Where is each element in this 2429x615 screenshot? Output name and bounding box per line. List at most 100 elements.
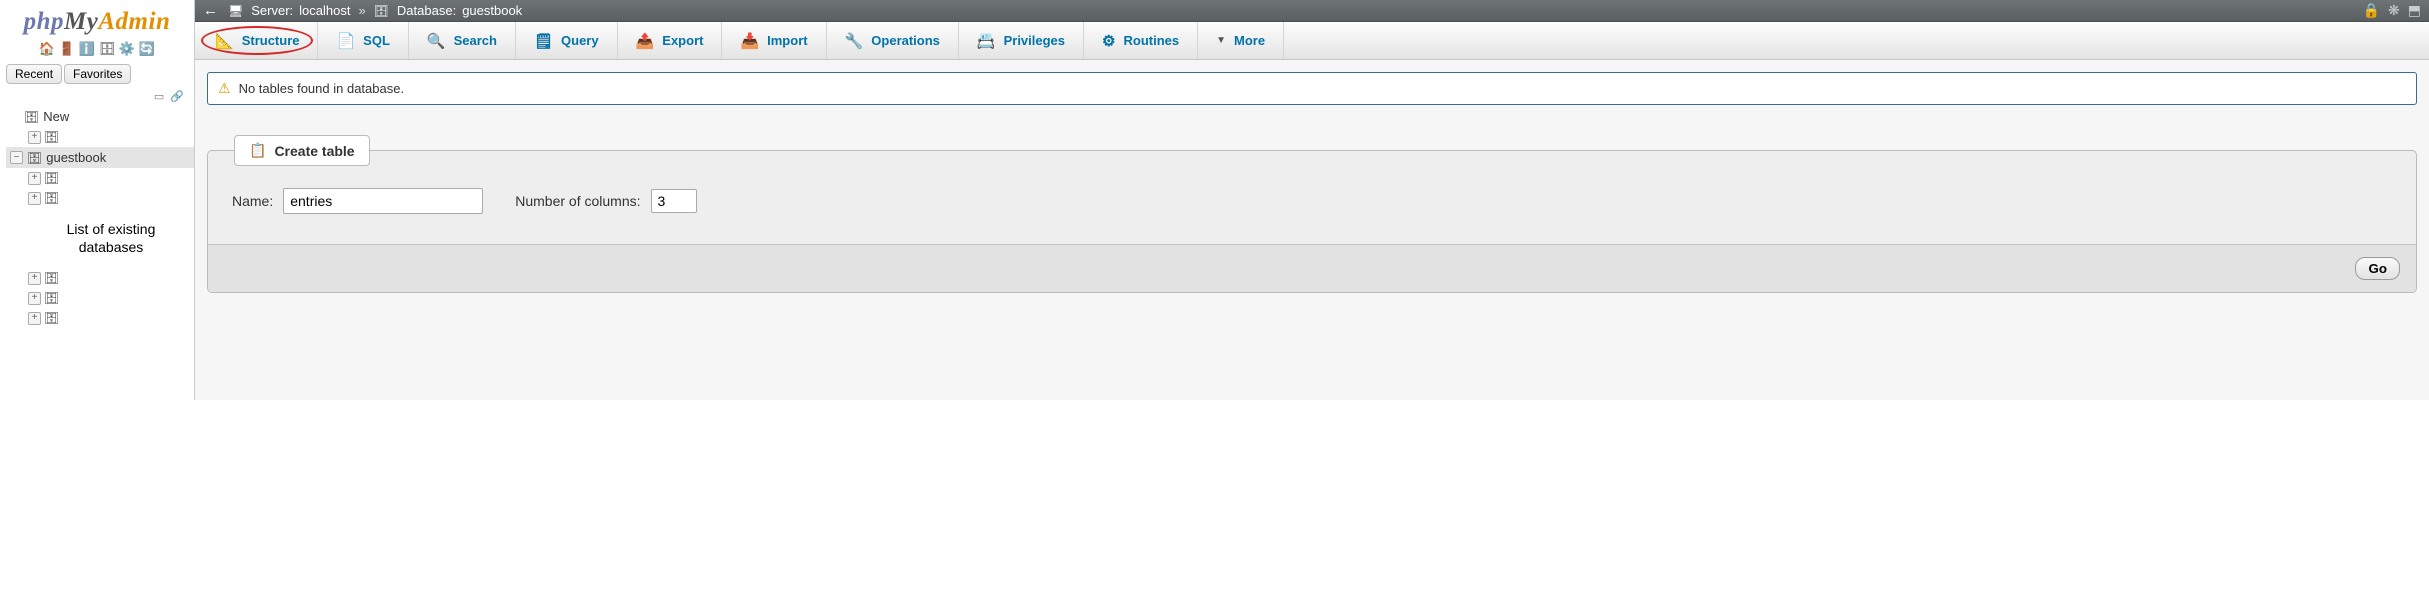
- tab-structure[interactable]: 📐 Structure: [197, 22, 318, 59]
- main: ← 🖥 Server: localhost » 🗄 Database: gues…: [195, 0, 2429, 400]
- create-table-panel: 📋 Create table Name: Number of columns: …: [207, 135, 2417, 293]
- tab-label: Import: [767, 33, 807, 48]
- name-label: Name:: [232, 193, 273, 209]
- tab-label: Search: [454, 33, 497, 48]
- search-icon: 🔍: [427, 32, 446, 50]
- docs-icon[interactable]: ℹ️: [79, 41, 95, 57]
- logout-icon[interactable]: 🚪: [59, 41, 75, 57]
- bc-db-value[interactable]: guestbook: [462, 3, 522, 18]
- routines-icon: ⚙: [1102, 32, 1115, 50]
- tree-note: List of existing databases: [28, 208, 194, 268]
- export-icon: 📤: [636, 32, 655, 50]
- expand-icon[interactable]: +: [28, 131, 41, 144]
- tab-import[interactable]: 📥 Import: [722, 22, 826, 59]
- tab-label: More: [1234, 33, 1265, 48]
- tab-more[interactable]: ▼ More: [1198, 22, 1284, 59]
- logo-part-my: My: [64, 8, 98, 35]
- operations-icon: 🔧: [845, 32, 864, 50]
- favorites-button[interactable]: Favorites: [64, 64, 131, 84]
- tab-query[interactable]: 🗒 Query: [516, 22, 618, 59]
- database-icon: 🗄: [374, 4, 389, 18]
- logo-part-php: php: [24, 8, 64, 35]
- privileges-icon: 📇: [977, 32, 996, 50]
- warning-icon: ⚠: [218, 80, 231, 97]
- sql-icon[interactable]: 🗄: [99, 41, 115, 57]
- bc-server-value[interactable]: localhost: [299, 3, 350, 18]
- tab-label: Privileges: [1004, 33, 1065, 48]
- notice-no-tables: ⚠ No tables found in database.: [207, 72, 2417, 105]
- table-name-input[interactable]: [283, 188, 483, 214]
- tree-children: +🗄 +🗄 List of existing databases +🗄 +🗄 +…: [6, 168, 194, 328]
- tab-label: Export: [662, 33, 703, 48]
- gear-icon[interactable]: ❋: [2388, 2, 2400, 19]
- db-icon: 🗄: [44, 291, 59, 305]
- bc-separator: »: [358, 3, 365, 18]
- db-icon: 🗄: [44, 311, 59, 325]
- tab-label: SQL: [363, 33, 390, 48]
- reload-icon[interactable]: 🔄: [139, 41, 155, 57]
- tab-label: Structure: [242, 33, 300, 48]
- tab-label: Query: [561, 33, 599, 48]
- create-table-form: Name: Number of columns:: [228, 166, 2396, 232]
- breadcrumb: ← 🖥 Server: localhost » 🗄 Database: gues…: [195, 0, 2429, 22]
- tab-operations[interactable]: 🔧 Operations: [827, 22, 959, 59]
- db-icon: 🗄: [27, 151, 42, 165]
- structure-icon: 📐: [215, 32, 234, 50]
- logo[interactable]: phpMyAdmin: [0, 6, 194, 36]
- expand-icon[interactable]: +: [28, 292, 41, 305]
- table-add-icon: 📋: [249, 142, 266, 159]
- tab-label: Operations: [871, 33, 940, 48]
- tree-db-label: guestbook: [46, 150, 106, 165]
- collapse-all-icon[interactable]: ▭: [154, 90, 164, 103]
- bc-server-label: Server:: [251, 3, 293, 18]
- recent-button[interactable]: Recent: [6, 64, 62, 84]
- tab-label: Routines: [1123, 33, 1179, 48]
- tree-tools: ▭ 🔗: [0, 87, 194, 106]
- quick-icons: 🏠 🚪 ℹ️ 🗄 ⚙️ 🔄: [0, 36, 194, 61]
- tab-export[interactable]: 📤 Export: [618, 22, 723, 59]
- link-icon[interactable]: 🔗: [170, 90, 184, 103]
- new-db-icon: 🗄: [24, 110, 39, 124]
- db-icon: 🗄: [44, 130, 59, 144]
- expand-icon[interactable]: +: [28, 172, 41, 185]
- db-icon: 🗄: [44, 191, 59, 205]
- columns-input[interactable]: [651, 189, 697, 213]
- collapse-icon[interactable]: −: [10, 151, 23, 164]
- go-bar: Go: [208, 244, 2416, 292]
- content: ⚠ No tables found in database. 📋 Create …: [195, 60, 2429, 305]
- expand-icon[interactable]: +: [28, 312, 41, 325]
- notice-text: No tables found in database.: [239, 81, 405, 96]
- tab-privileges[interactable]: 📇 Privileges: [959, 22, 1084, 59]
- chevron-down-icon: ▼: [1216, 35, 1226, 46]
- go-button[interactable]: Go: [2355, 257, 2400, 280]
- legend-text: Create table: [274, 143, 354, 159]
- tree-new[interactable]: 🗄 New: [6, 106, 194, 127]
- tab-sql[interactable]: 📄 SQL: [318, 22, 408, 59]
- db-icon: 🗄: [44, 171, 59, 185]
- sidebar-buttons: Recent Favorites: [0, 61, 194, 87]
- import-icon: 📥: [740, 32, 759, 50]
- lock-icon[interactable]: 🔒: [2363, 2, 2380, 19]
- bc-db-label: Database:: [397, 3, 456, 18]
- tree-db-guestbook[interactable]: − 🗄 guestbook: [6, 147, 194, 168]
- sidebar: phpMyAdmin 🏠 🚪 ℹ️ 🗄 ⚙️ 🔄 Recent Favorite…: [0, 0, 195, 400]
- sql-icon: 📄: [336, 32, 355, 50]
- tabs: 📐 Structure 📄 SQL 🔍 Search 🗒 Query 📤 Exp…: [195, 22, 2429, 60]
- overlay-icon[interactable]: ⬒: [2408, 2, 2421, 19]
- tree-group: + 🗄: [6, 127, 194, 147]
- home-icon[interactable]: 🏠: [39, 41, 55, 57]
- db-tree: 🗄 New + 🗄 − 🗄 guestbook +🗄 +🗄 List of ex…: [0, 106, 194, 328]
- tree-new-label: New: [43, 109, 69, 124]
- cols-label: Number of columns:: [515, 193, 640, 209]
- tab-routines[interactable]: ⚙ Routines: [1084, 22, 1198, 59]
- bar-actions: 🔒 ❋ ⬒: [2363, 2, 2421, 19]
- tab-search[interactable]: 🔍 Search: [409, 22, 516, 59]
- server-icon: 🖥: [228, 4, 243, 18]
- settings-icon[interactable]: ⚙️: [119, 41, 135, 57]
- query-icon: 🗒: [534, 32, 553, 50]
- expand-icon[interactable]: +: [28, 192, 41, 205]
- logo-part-admin: Admin: [98, 8, 170, 35]
- back-icon[interactable]: ←: [203, 2, 218, 19]
- create-table-legend: 📋 Create table: [234, 135, 370, 166]
- expand-icon[interactable]: +: [28, 272, 41, 285]
